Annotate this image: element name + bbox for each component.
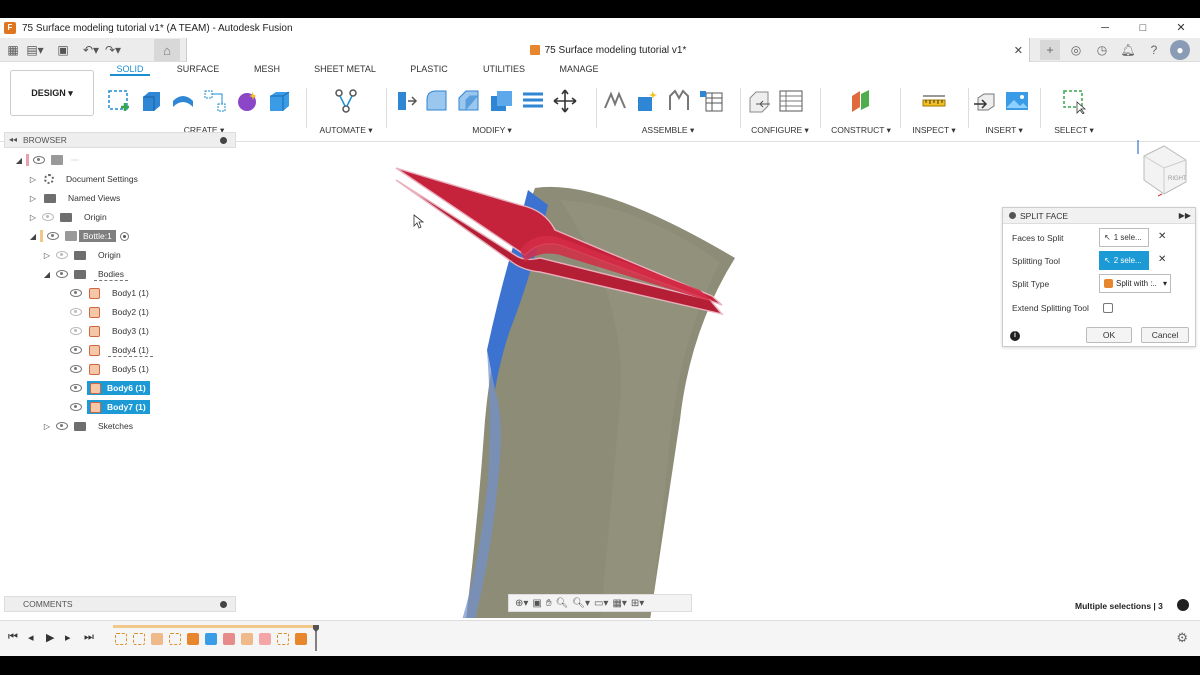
timeline-feature-icon[interactable] [295, 633, 307, 645]
timeline-surface-icon[interactable] [151, 633, 163, 645]
split-type-label: Split Type [1012, 279, 1050, 289]
extend-splitting-tool-row: Extend Splitting Tool [1003, 297, 1197, 319]
chevron-down-icon: ▾ [1162, 279, 1167, 288]
timeline-sketch-icon[interactable] [133, 633, 145, 645]
timeline-sketch-icon[interactable] [169, 633, 181, 645]
timeline-marker-icon[interactable] [313, 625, 319, 651]
timeline-track[interactable] [113, 625, 319, 651]
viewcube-face-label: RIGHT [1168, 176, 1187, 182]
selection-status: Multiple selections | 3 [1075, 601, 1163, 611]
timeline-feature-icon[interactable] [205, 633, 217, 645]
timeline-settings-gear-icon[interactable]: ⚙ [1176, 630, 1188, 646]
split-type-dropdown[interactable]: Split with :.. ▾ [1099, 274, 1171, 293]
expand-dialog-icon[interactable]: ▶▶ [1179, 211, 1191, 220]
extend-splitting-tool-checkbox[interactable] [1103, 303, 1113, 313]
split-type-value: Split with :.. [1116, 279, 1157, 288]
zoom-window-icon[interactable]: 🔍︎▾ [572, 598, 590, 609]
cursor-arrow-icon: ↖ [1104, 256, 1111, 265]
timeline-sketch-icon[interactable] [115, 633, 127, 645]
faces-to-split-value: 1 sele... [1113, 233, 1142, 242]
look-at-icon[interactable]: ▣ [532, 598, 541, 609]
clear-splitting-tool-button[interactable]: ✕ [1158, 254, 1166, 265]
ok-button[interactable]: OK [1086, 327, 1132, 343]
timeline-feature-icon[interactable] [241, 633, 253, 645]
splitting-tool-label: Splitting Tool [1012, 256, 1061, 266]
view-cube[interactable]: RIGHT [1134, 138, 1190, 198]
split-face-dialog: SPLIT FACE ▶▶ Faces to Split ↖ 1 sele... … [1002, 207, 1196, 347]
timeline: ⏮ ◂ ▶ ▸ ⏭ ⚙ [0, 620, 1200, 656]
grid-settings-icon[interactable]: ▦▾ [612, 598, 626, 609]
split-type-row: Split Type Split with :.. ▾ [1003, 273, 1197, 295]
timeline-feature-icon[interactable] [259, 633, 271, 645]
mouse-cursor-icon [413, 214, 425, 229]
orbit-icon[interactable]: ⊕▾ [515, 598, 528, 609]
cancel-button[interactable]: Cancel [1141, 327, 1189, 343]
timeline-progress-bar [113, 625, 317, 628]
go-to-start-icon[interactable]: ⏮ [8, 631, 18, 644]
cursor-arrow-icon: ↖ [1104, 233, 1111, 242]
play-icon[interactable]: ▶ [46, 631, 54, 644]
extend-splitting-tool-label: Extend Splitting Tool [1012, 303, 1089, 313]
selection-filter-icon[interactable] [1177, 599, 1189, 611]
info-icon[interactable]: i [1010, 331, 1020, 341]
display-settings-icon[interactable]: ▭▾ [594, 598, 608, 609]
splitting-tool-row: Splitting Tool ↖ 2 sele... ✕ [1003, 250, 1197, 272]
splitting-tool-value: 2 sele... [1113, 256, 1142, 265]
fusion-app-window: F 75 Surface modeling tutorial v1* (A TE… [0, 18, 1200, 656]
dialog-menu-icon[interactable] [1009, 212, 1016, 219]
splitting-tool-selector[interactable]: ↖ 2 sele... [1099, 251, 1149, 270]
zoom-icon[interactable]: 🔍︎ [556, 598, 569, 609]
step-back-icon[interactable]: ◂ [28, 631, 34, 644]
timeline-sketch-icon[interactable] [277, 633, 289, 645]
viewports-icon[interactable]: ⊞▾ [631, 598, 644, 609]
faces-to-split-selector[interactable]: ↖ 1 sele... [1099, 228, 1149, 247]
pan-icon[interactable]: ✋︎ [546, 598, 552, 609]
clear-faces-button[interactable]: ✕ [1158, 231, 1166, 242]
split-face-title: SPLIT FACE [1020, 210, 1069, 221]
step-forward-icon[interactable]: ▸ [65, 631, 71, 644]
faces-to-split-label: Faces to Split [1012, 233, 1064, 243]
split-type-icon [1104, 279, 1113, 288]
timeline-feature-icon[interactable] [223, 633, 235, 645]
go-to-end-icon[interactable]: ⏭ [84, 631, 94, 644]
faces-to-split-row: Faces to Split ↖ 1 sele... ✕ [1003, 227, 1197, 249]
navigation-bar: ⊕▾ ▣ ✋︎ 🔍︎ 🔍︎▾ ▭▾ ▦▾ ⊞▾ [508, 594, 692, 612]
timeline-feature-icon[interactable] [187, 633, 199, 645]
split-face-header[interactable]: SPLIT FACE ▶▶ [1003, 208, 1195, 224]
